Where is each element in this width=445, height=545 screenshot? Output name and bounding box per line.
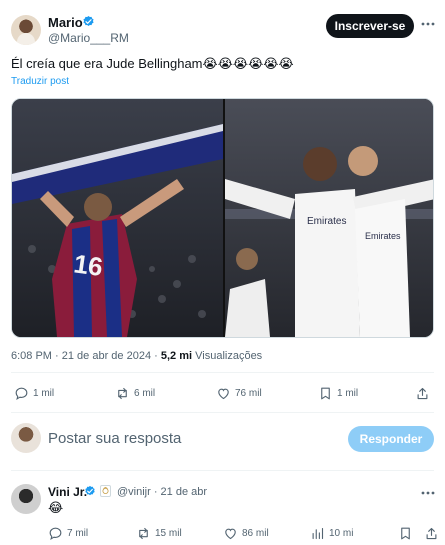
post-media[interactable]: 16 Emirates Emirates [11,98,434,338]
translate-link[interactable]: Traduzir post [11,76,69,87]
reply-reply-count: 7 mil [67,528,89,539]
views-label: Visualizações [195,350,263,362]
reply-author-handle[interactable]: @vinijr · 21 de abr [117,486,207,498]
post-text: Él creía que era Jude Bellingham😭😭😭😭😭😭 [11,56,294,71]
repost-icon [118,387,127,400]
reply-share-action[interactable] [424,526,439,541]
reply-bookmark-action[interactable] [398,526,413,541]
more-options-icon[interactable] [420,490,436,496]
divider [11,470,434,471]
reply-repost-count: 15 mil [155,528,182,539]
reply-action[interactable]: 1 mil [14,386,54,401]
bookmark-icon [321,387,330,400]
post-date[interactable]: 21 de abr de 2024 [62,350,151,362]
like-action[interactable]: 76 mil [216,386,262,401]
more-options-icon[interactable] [420,21,436,27]
bookmark-count: 1 mil [337,388,359,399]
repost-action[interactable]: 6 mil [115,386,155,401]
current-user-avatar [11,423,41,453]
reply-button[interactable]: Responder [348,426,434,452]
reply-reply-action[interactable]: 7 mil [48,526,88,541]
heart-icon [225,528,236,540]
bookmark-action[interactable]: 1 mil [318,386,358,401]
reply-count: 1 mil [33,388,55,399]
verified-icon [83,15,94,27]
author-name[interactable]: Mario [48,15,83,30]
views-chart-icon [312,527,324,540]
reply-icon [15,387,28,400]
bookmark-icon [401,527,410,540]
share-icon [417,387,428,400]
like-count: 76 mil [235,388,262,399]
views-count: 5,2 mi [160,350,193,362]
reply-text: 😂 [48,500,64,515]
reply-like-count: 86 mil [242,528,269,539]
media-image-right[interactable]: Emirates Emirates [225,99,434,337]
affiliation-badge-icon[interactable] [100,485,111,497]
reply-views-action[interactable]: 10 mi [310,526,353,541]
heart-icon [218,388,229,400]
reply-input[interactable]: Postar sua resposta [48,430,181,447]
author-handle[interactable]: @Mario___RM [48,31,129,45]
divider [11,372,434,373]
post-time[interactable]: 6:08 PM [11,350,52,362]
reply-like-action[interactable]: 86 mil [223,526,269,541]
repost-icon [139,527,148,540]
reply-icon [49,527,62,540]
reply-repost-action[interactable]: 15 mil [136,526,182,541]
svg-text:Emirates: Emirates [365,231,401,241]
repost-count: 6 mil [134,388,156,399]
reply-author-name[interactable]: Vini Jr. [48,485,87,499]
post-meta: 6:08 PM · 21 de abr de 2024 · 5,2 mi Vis… [11,350,263,362]
svg-text:16: 16 [72,248,105,282]
share-icon [426,527,437,540]
share-action[interactable] [415,386,430,401]
author-avatar[interactable] [11,15,41,45]
svg-text:Emirates: Emirates [307,216,346,227]
media-image-left[interactable]: 16 [12,99,223,337]
divider [11,412,434,413]
reply-author-avatar[interactable] [11,484,41,514]
reply-views-count: 10 mi [329,528,354,539]
subscribe-button[interactable]: Inscrever-se [326,14,414,38]
verified-icon [85,485,95,496]
